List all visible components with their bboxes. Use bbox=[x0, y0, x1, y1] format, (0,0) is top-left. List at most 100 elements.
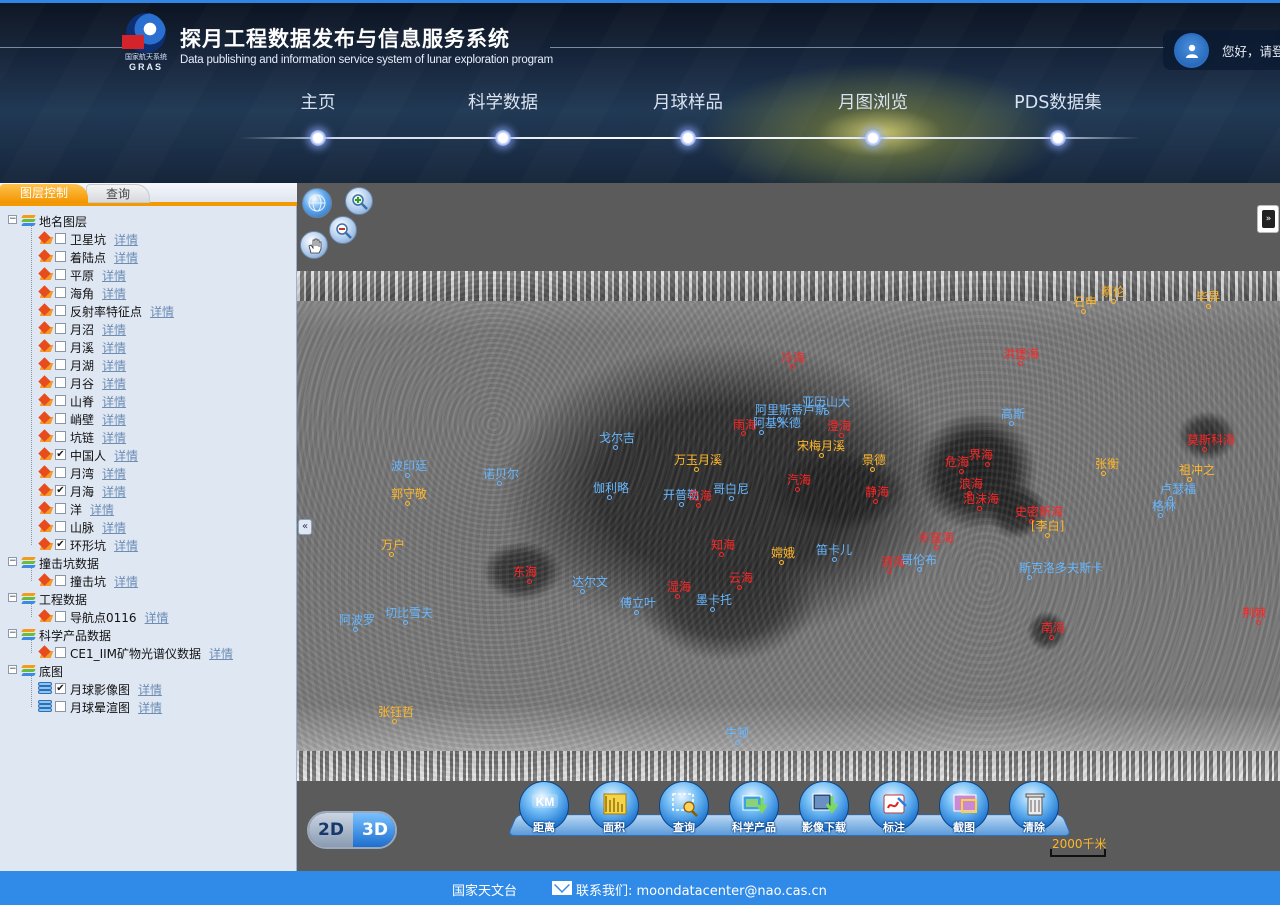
layer-label[interactable]: 坑链 bbox=[70, 429, 94, 446]
layer-item[interactable]: 山脊 详情 bbox=[0, 392, 290, 410]
collapse-toggle-icon[interactable]: − bbox=[8, 593, 17, 602]
map-feature-label[interactable]: 哥白尼 bbox=[713, 480, 749, 501]
layer-checkbox[interactable] bbox=[55, 233, 66, 244]
map-feature-label[interactable]: 张钰哲 bbox=[378, 703, 414, 724]
nav-dot-moon-map[interactable] bbox=[865, 130, 881, 146]
layer-checkbox[interactable]: ✔ bbox=[55, 683, 66, 694]
toolbar-button[interactable]: 截图 bbox=[937, 781, 991, 837]
map-feature-label[interactable]: 莫斯科海 bbox=[1187, 431, 1235, 452]
layer-checkbox[interactable] bbox=[55, 323, 66, 334]
map-feature-name[interactable]: 哥伦布 bbox=[901, 553, 937, 567]
map-feature-name[interactable]: 南海 bbox=[1041, 621, 1065, 635]
map-feature-label[interactable]: 澄海 bbox=[827, 417, 851, 438]
map-feature-label[interactable]: 高斯 bbox=[1001, 405, 1025, 426]
nav-lunar-samples[interactable]: 月球样品 bbox=[613, 89, 763, 114]
map-feature-marker[interactable] bbox=[1101, 471, 1106, 476]
layer-label[interactable]: 海角 bbox=[70, 285, 94, 302]
zoom-out-button[interactable] bbox=[329, 216, 357, 244]
map-feature-marker[interactable] bbox=[1049, 635, 1054, 640]
map-feature-name[interactable]: 诺贝尔 bbox=[483, 467, 519, 481]
map-feature-name[interactable]: 蔡伦 bbox=[1101, 285, 1125, 299]
map-feature-name[interactable]: 石申 bbox=[1073, 295, 1097, 309]
layer-group[interactable]: − 撞击坑数据 bbox=[0, 554, 290, 572]
layer-label[interactable]: 月球影像图 bbox=[70, 681, 130, 698]
map-feature-label[interactable]: 傅立叶 bbox=[620, 594, 656, 615]
map-feature-name[interactable]: 知海 bbox=[711, 538, 735, 552]
toolbar-button[interactable]: 影像下载 bbox=[797, 781, 851, 837]
layer-label[interactable]: 月湖 bbox=[70, 357, 94, 374]
map-feature-marker[interactable] bbox=[779, 560, 784, 565]
map-feature-label[interactable]: 笛卡儿 bbox=[816, 541, 852, 562]
nav-dot-pds-datasets[interactable] bbox=[1050, 130, 1066, 146]
layer-detail-link[interactable]: 详情 bbox=[114, 573, 138, 590]
layer-detail-link[interactable]: 详情 bbox=[150, 303, 174, 320]
layer-item[interactable]: 山脉 详情 bbox=[0, 518, 290, 536]
map-feature-marker[interactable] bbox=[694, 467, 699, 472]
map-feature-label[interactable]: 泡沫海 bbox=[963, 490, 999, 511]
map-feature-name[interactable]: 墨卡托 bbox=[696, 593, 732, 607]
map-viewer[interactable]: 冷海 洪堡海 亚历山大 雨海 阿里斯蒂卢斯 阿基米德 澄海 高斯 戈尔吉 万玉月溪 宋梅月溪 景德 危海… bbox=[297, 183, 1280, 871]
nav-dot-home[interactable] bbox=[310, 130, 326, 146]
map-feature-name[interactable]: 斯克洛多夫斯卡 bbox=[1019, 561, 1103, 575]
map-feature-label[interactable]: 静海 bbox=[865, 483, 889, 504]
map-feature-name[interactable]: 戈尔吉 bbox=[599, 431, 635, 445]
layer-label[interactable]: 月球晕渲图 bbox=[70, 699, 130, 716]
layer-detail-link[interactable]: 详情 bbox=[114, 537, 138, 554]
map-feature-name[interactable]: 切比雪夫 bbox=[385, 606, 433, 620]
user-login-box[interactable]: 您好，请登 bbox=[1163, 30, 1280, 70]
map-feature-label[interactable]: 万户 bbox=[381, 536, 405, 557]
toolbar-button-label[interactable]: 查询 bbox=[652, 819, 716, 835]
map-feature-name[interactable]: 丰富海 bbox=[918, 531, 954, 545]
map-feature-marker[interactable] bbox=[634, 610, 639, 615]
collapse-toggle-icon[interactable]: − bbox=[8, 629, 17, 638]
layer-item[interactable]: CE1_IIM矿物光谱仪数据 详情 bbox=[0, 644, 290, 662]
map-feature-label[interactable]: 云海 bbox=[729, 569, 753, 590]
nav-pds-datasets[interactable]: PDS数据集 bbox=[983, 89, 1133, 114]
layer-label[interactable]: 月谷 bbox=[70, 375, 94, 392]
map-feature-label[interactable]: 哥伦布 bbox=[901, 551, 937, 572]
layer-detail-link[interactable]: 详情 bbox=[145, 609, 169, 626]
map-feature-name[interactable]: 洪堡海 bbox=[1003, 347, 1039, 361]
toolbar-button-label[interactable]: 科学产品 bbox=[722, 819, 786, 835]
map-feature-label[interactable]: 界海 bbox=[969, 446, 993, 467]
map-feature-name[interactable]: 万户 bbox=[381, 538, 405, 552]
layer-item[interactable]: 月湾 详情 bbox=[0, 464, 290, 482]
map-feature-label[interactable]: 斯克洛多夫斯卡 bbox=[1019, 559, 1103, 580]
toolbar-button-label[interactable]: 面积 bbox=[582, 819, 646, 835]
map-feature-name[interactable]: 澄海 bbox=[827, 419, 851, 433]
map-feature-name[interactable]: 波印廷 bbox=[391, 459, 427, 473]
toolbar-button[interactable]: 科学产品 bbox=[727, 781, 781, 837]
layer-detail-link[interactable]: 详情 bbox=[102, 339, 126, 356]
map-feature-name[interactable]: 云海 bbox=[729, 571, 753, 585]
map-feature-marker[interactable] bbox=[790, 364, 795, 369]
layer-checkbox[interactable]: ✔ bbox=[55, 539, 66, 550]
toolbar-button-label[interactable]: 清除 bbox=[1002, 819, 1066, 835]
map-feature-marker[interactable] bbox=[1045, 533, 1050, 538]
map-feature-marker[interactable] bbox=[759, 430, 764, 435]
map-feature-marker[interactable] bbox=[1206, 304, 1211, 309]
layer-group[interactable]: − 地名图层 bbox=[0, 212, 290, 230]
layer-label[interactable]: 平原 bbox=[70, 267, 94, 284]
map-feature-label[interactable]: 岛海 bbox=[688, 487, 712, 508]
map-feature-label[interactable]: 郭守敬 bbox=[391, 485, 427, 506]
footer-organization[interactable]: 国家天文台 bbox=[452, 880, 517, 899]
footer-contact[interactable]: 联系我们: moondatacenter@nao.cas.cn bbox=[576, 880, 827, 899]
layer-item[interactable]: 月谷 详情 bbox=[0, 374, 290, 392]
map-feature-label[interactable]: 诺贝尔 bbox=[483, 465, 519, 486]
layer-detail-link[interactable]: 详情 bbox=[102, 375, 126, 392]
map-feature-name[interactable]: 伽利略 bbox=[593, 481, 629, 495]
layer-label[interactable]: 着陆点 bbox=[70, 249, 106, 266]
map-feature-label[interactable]: 知海 bbox=[711, 536, 735, 557]
map-feature-marker[interactable] bbox=[735, 740, 740, 745]
map-feature-marker[interactable] bbox=[729, 496, 734, 501]
layer-label[interactable]: 月沼 bbox=[70, 321, 94, 338]
layer-label[interactable]: 撞击坑 bbox=[70, 573, 106, 590]
layer-item[interactable]: 月溪 详情 bbox=[0, 338, 290, 356]
map-feature-marker[interactable] bbox=[353, 627, 358, 632]
layer-label[interactable]: 卫星坑 bbox=[70, 231, 106, 248]
map-feature-label[interactable]: 石申 bbox=[1073, 293, 1097, 314]
layer-label[interactable]: 月溪 bbox=[70, 339, 94, 356]
map-feature-label[interactable]: 荆棘 bbox=[1242, 604, 1266, 625]
map-feature-name[interactable]: 张钰哲 bbox=[378, 705, 414, 719]
layer-checkbox[interactable] bbox=[55, 287, 66, 298]
